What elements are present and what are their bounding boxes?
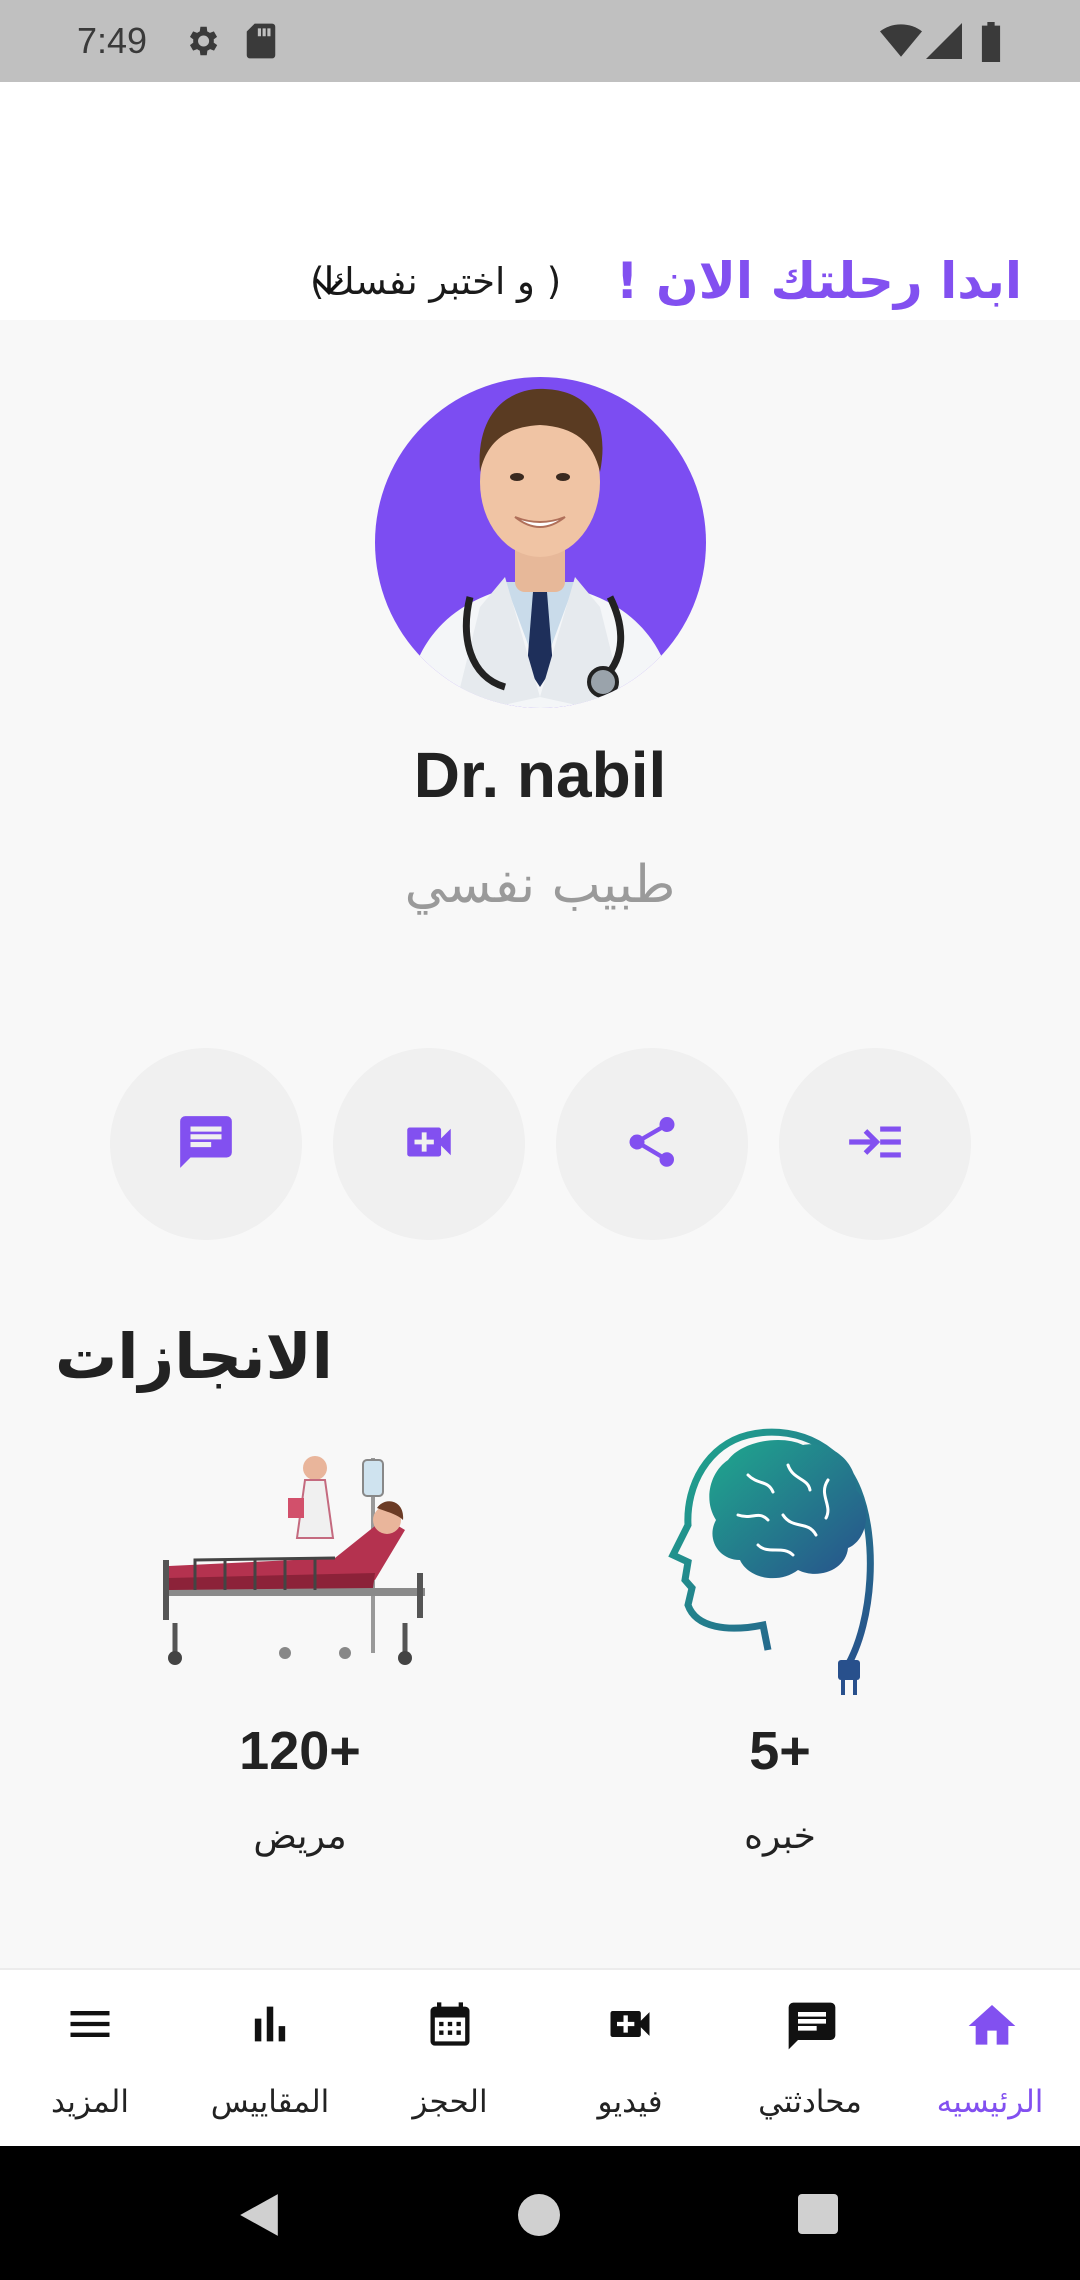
doctor-avatar [375, 377, 706, 708]
back-icon[interactable] [238, 2192, 280, 2242]
share-icon [622, 1112, 682, 1176]
chat-icon [175, 1111, 237, 1177]
journey-headline: ابدا رحلتك الان ! [615, 252, 1022, 310]
arrow-down-icon[interactable] [308, 258, 350, 308]
brain-head-illustration [668, 1420, 898, 1700]
nav-item-home[interactable]: الرئيسيه [900, 1970, 1080, 2148]
battery-icon [980, 22, 1002, 66]
patients-label: مريض [253, 1816, 347, 1857]
nav-label-chats: محادثتي [758, 2084, 862, 2120]
nav-item-scales[interactable]: المقاييس [180, 1970, 360, 2148]
patients-count: 120+ [239, 1721, 361, 1781]
signal-icon [926, 22, 962, 64]
achievements-title: الانجازات [55, 1320, 333, 1393]
video-add-icon [400, 1113, 458, 1175]
settings-icon [183, 22, 221, 64]
doctor-name: Dr. nabil [413, 739, 667, 811]
wifi-icon [880, 22, 922, 64]
status-bar: 7:49 [0, 0, 1080, 82]
status-time: 7:49 [77, 20, 148, 61]
enter-list-button[interactable] [779, 1048, 971, 1240]
experience-label: خبره [744, 1816, 816, 1857]
enter-list-icon [844, 1111, 906, 1177]
home-circle-icon[interactable] [518, 2194, 560, 2240]
system-navigation-bar [0, 2146, 1080, 2280]
nav-item-video[interactable]: فيديو [540, 1970, 720, 2148]
sd-card-icon [244, 22, 278, 64]
header: ابدا رحلتك الان ! ( و اختبر نفسك) [0, 82, 1080, 320]
calendar-icon [424, 1998, 476, 2050]
app-screen: 7:49 ابدا رحلتك الان ! ( و اختبر نفسك) D… [0, 0, 1080, 2280]
nav-label-scales: المقاييس [210, 2084, 330, 2120]
doctor-specialty: طبيب نفسي [404, 855, 676, 915]
nav-label-booking: الحجز [412, 2084, 488, 2120]
nav-label-more: المزيد [51, 2084, 129, 2120]
nav-item-chats[interactable]: محادثتي [720, 1970, 900, 2148]
nav-label-video: فيديو [597, 2084, 663, 2120]
experience-years: 5+ [749, 1721, 811, 1781]
chat-button[interactable] [110, 1048, 302, 1240]
nav-item-booking[interactable]: الحجز [360, 1970, 540, 2148]
nav-item-more[interactable]: المزيد [0, 1970, 180, 2148]
share-button[interactable] [556, 1048, 748, 1240]
chat-icon [784, 1998, 836, 2050]
nav-label-home: الرئيسيه [936, 2084, 1044, 2120]
video-call-button[interactable] [333, 1048, 525, 1240]
menu-icon [64, 1998, 116, 2050]
home-icon [964, 1998, 1016, 2050]
bar-chart-icon [244, 1998, 296, 2050]
bottom-navigation: المزيد المقاييس الحجز فيديو محادثتي الرئ… [0, 1968, 1080, 2146]
patient-bed-illustration [155, 1448, 435, 1670]
video-icon [604, 1998, 656, 2050]
recents-icon[interactable] [798, 2194, 838, 2238]
